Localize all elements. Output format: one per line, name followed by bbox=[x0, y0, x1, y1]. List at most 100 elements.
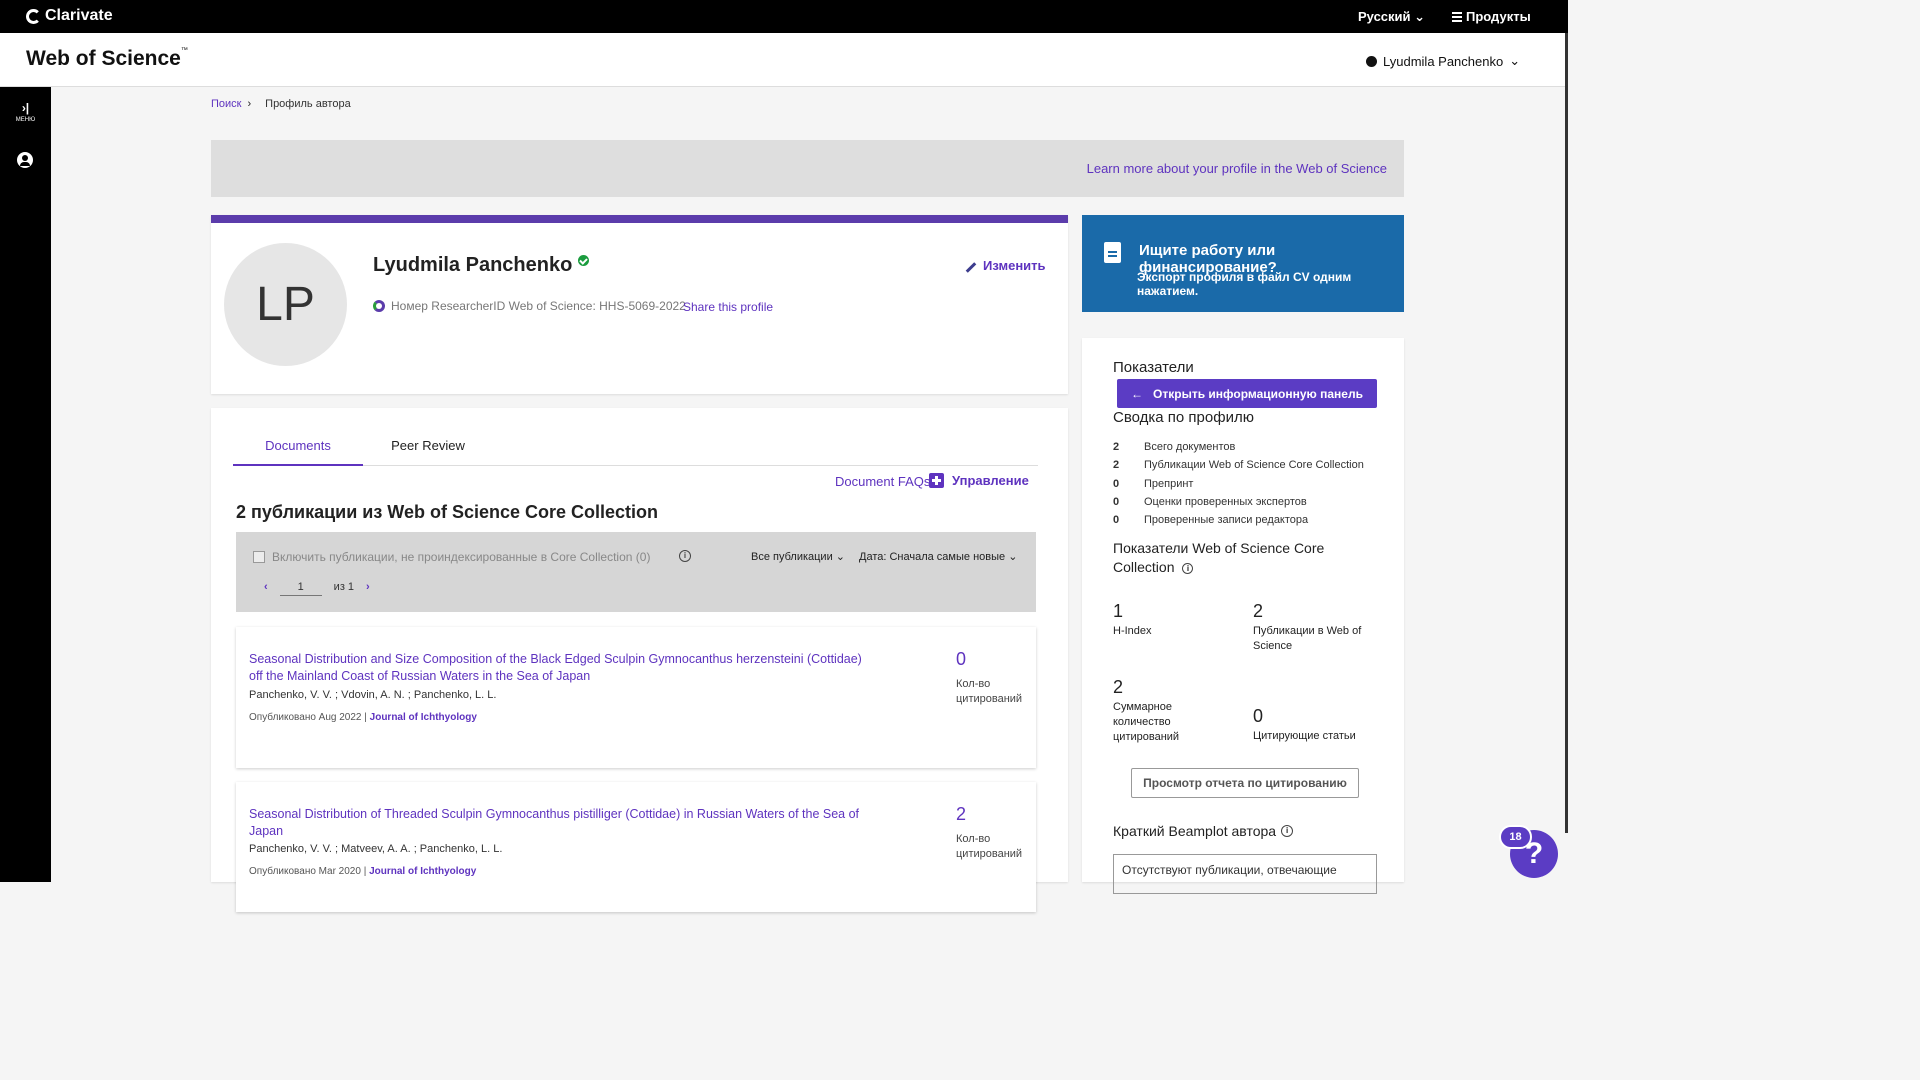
page-count: из 1 bbox=[333, 581, 355, 593]
list-item: Seasonal Distribution and Size Compositi… bbox=[236, 627, 1036, 768]
document-title-link[interactable]: Seasonal Distribution and Size Compositi… bbox=[249, 651, 874, 685]
breadcrumb-search-link[interactable]: Поиск bbox=[211, 98, 241, 110]
user-menu[interactable]: Lyudmila Panchenko ⌄ bbox=[1366, 53, 1520, 69]
previous-page-icon[interactable]: ‹ bbox=[264, 581, 268, 593]
chevron-down-icon: ⌄ bbox=[1509, 53, 1521, 68]
profile-summary-list: 2 Всего документов 2 Публикации Web of Sci… bbox=[1113, 441, 1364, 532]
filter-bar: Включить публикации, не проиндексированн… bbox=[236, 532, 1036, 612]
citation-count[interactable]: 2 bbox=[956, 804, 966, 825]
summary-count: 0 bbox=[1113, 514, 1120, 527]
edit-profile-button[interactable]: Изменить bbox=[965, 258, 1046, 273]
info-icon[interactable]: i bbox=[679, 550, 691, 562]
arrow-left-icon: ← bbox=[1131, 386, 1144, 401]
manage-button[interactable]: Управление bbox=[929, 473, 1029, 488]
document-faqs-link[interactable]: Document FAQs bbox=[835, 474, 930, 489]
summary-label: Проверенные записи редактора bbox=[1144, 514, 1309, 527]
language-selector[interactable]: Русский ⌄ bbox=[1358, 9, 1425, 25]
info-banner: Learn more about your profile in the Web… bbox=[211, 140, 1404, 197]
summary-count: 2 bbox=[1113, 441, 1120, 453]
citation-count-label: Кол-во цитирований bbox=[956, 833, 1023, 860]
next-page-icon[interactable]: › bbox=[366, 581, 370, 593]
products-menu[interactable]: Продукты bbox=[1452, 9, 1531, 24]
wos-metrics-title-text: Показатели Web of Science Core Collectio… bbox=[1113, 540, 1325, 575]
beamplot-title: Краткий Beamplot автора i bbox=[1113, 823, 1294, 839]
summary-label: Всего документов bbox=[1144, 441, 1236, 453]
summary-count: 0 bbox=[1113, 477, 1120, 490]
page-number-input[interactable] bbox=[279, 578, 322, 596]
metrics-card: Показатели ← Открыть информационную пане… bbox=[1082, 338, 1404, 894]
wos-publications-stat: 2 Публикации в Web of Science bbox=[1253, 601, 1363, 654]
plus-icon bbox=[929, 473, 944, 488]
include-unindexed-checkbox[interactable] bbox=[253, 551, 265, 563]
citation-count-label: Кол-во цитирований bbox=[956, 678, 1023, 705]
trademark: ™ bbox=[180, 47, 188, 54]
web-of-science-logo[interactable]: Web of Science™ bbox=[26, 47, 188, 71]
sort-label: Дата: Сначала самые новые bbox=[859, 551, 1006, 563]
profile-name: Lyudmila Panchenko bbox=[373, 254, 590, 277]
avatar: LP bbox=[224, 243, 347, 366]
left-rail: ›| МЕНЮ bbox=[0, 87, 51, 882]
h-index-stat: 1 H-Index bbox=[1113, 601, 1152, 639]
document-title-link[interactable]: Seasonal Distribution of Threaded Sculpi… bbox=[249, 806, 874, 840]
stat-label: Публикации в Web of Science bbox=[1253, 625, 1362, 652]
tab-bar: Documents Peer Review bbox=[233, 430, 1038, 466]
summary-label: Препринт bbox=[1144, 477, 1194, 490]
document-authors: Panchenko, V. V. ; Vdovin, A. N. ; Panch… bbox=[249, 689, 497, 701]
clarivate-logo[interactable]: Clarivate bbox=[26, 7, 113, 25]
account-icon bbox=[1366, 55, 1377, 67]
stat-value: 1 bbox=[1113, 601, 1124, 621]
publication-filter-label: Все публикации bbox=[751, 551, 833, 563]
journal-link[interactable]: Journal of Ichthyology bbox=[369, 866, 476, 877]
language-label: Русский bbox=[1358, 9, 1411, 24]
sort-dropdown[interactable]: Дата: Сначала самые новые ⌄ bbox=[859, 550, 1017, 563]
pagination: ‹ из 1 › bbox=[264, 578, 370, 596]
document-published: Опубликовано Aug 2022 | Journal of Ichth… bbox=[249, 712, 477, 723]
breadcrumb: Поиск › Профиль автора bbox=[211, 98, 351, 110]
wos-metrics-title: Показатели Web of Science Core Collectio… bbox=[1113, 539, 1353, 577]
tab-peer-review[interactable]: Peer Review bbox=[368, 438, 488, 466]
profile-name-text: Lyudmila Panchenko bbox=[373, 254, 573, 276]
chevron-down-icon: ⌄ bbox=[1414, 9, 1426, 24]
top-bar: Clarivate Русский ⌄ Продукты bbox=[0, 0, 1568, 33]
tab-documents[interactable]: Documents bbox=[233, 438, 363, 466]
citation-report-button[interactable]: Просмотр отчета по цитированию bbox=[1131, 768, 1359, 798]
metrics-title: Показатели bbox=[1113, 359, 1194, 376]
summary-row: 2 Публикации Web of Science Core Collecti… bbox=[1113, 459, 1364, 477]
publication-filter-dropdown[interactable]: Все публикации ⌄ bbox=[751, 550, 845, 563]
summary-row: 0 Препринт bbox=[1113, 478, 1364, 496]
info-icon[interactable]: i bbox=[1182, 562, 1194, 574]
researcherid-logo-icon bbox=[373, 300, 385, 312]
scrollbar[interactable] bbox=[1565, 33, 1568, 833]
logo-text: Web of Science bbox=[26, 47, 181, 70]
published-date: Опубликовано Mar 2020 | bbox=[249, 866, 370, 877]
summary-count: 0 bbox=[1113, 495, 1120, 508]
stat-value: 2 bbox=[1113, 677, 1124, 697]
chevron-down-icon: ⌄ bbox=[835, 551, 846, 563]
citing-articles-stat: 0 Цитирующие статьи bbox=[1253, 706, 1356, 744]
products-label: Продукты bbox=[1466, 9, 1531, 24]
expand-menu-button[interactable]: ›| МЕНЮ bbox=[0, 101, 51, 123]
manage-label: Управление bbox=[952, 473, 1029, 488]
journal-link[interactable]: Journal of Ichthyology bbox=[370, 712, 477, 723]
learn-more-link[interactable]: Learn more about your profile in the Web… bbox=[1087, 161, 1387, 176]
list-item: Seasonal Distribution of Threaded Sculpi… bbox=[236, 782, 1036, 912]
verified-check-icon bbox=[578, 255, 590, 266]
summary-row: 0 Оценки проверенных экспертов bbox=[1113, 496, 1364, 514]
profile-icon[interactable] bbox=[17, 152, 33, 168]
app-header: Web of Science™ Lyudmila Panchenko ⌄ bbox=[0, 33, 1565, 87]
expand-arrow-icon: ›| bbox=[21, 101, 30, 115]
document-icon bbox=[1104, 242, 1121, 263]
cv-export-card[interactable]: Ищите работу или финансирование? Экспорт… bbox=[1082, 215, 1404, 312]
menu-label: МЕНЮ bbox=[15, 117, 36, 123]
summary-count: 2 bbox=[1113, 459, 1120, 472]
pencil-icon bbox=[965, 262, 977, 273]
share-profile-link[interactable]: Share this profile bbox=[683, 300, 773, 314]
documents-card: Documents Peer Review Document FAQs Упра… bbox=[211, 408, 1068, 912]
profile-card: LP Lyudmila Panchenko Номер ResearcherID… bbox=[211, 215, 1068, 394]
notification-badge: 18 bbox=[1499, 825, 1532, 849]
info-icon[interactable]: i bbox=[1281, 825, 1294, 837]
citation-count[interactable]: 0 bbox=[956, 649, 966, 670]
clarivate-logo-icon bbox=[26, 8, 41, 24]
open-dashboard-label: Открыть информационную панель bbox=[1153, 386, 1363, 401]
open-dashboard-button[interactable]: ← Открыть информационную панель bbox=[1117, 379, 1377, 408]
